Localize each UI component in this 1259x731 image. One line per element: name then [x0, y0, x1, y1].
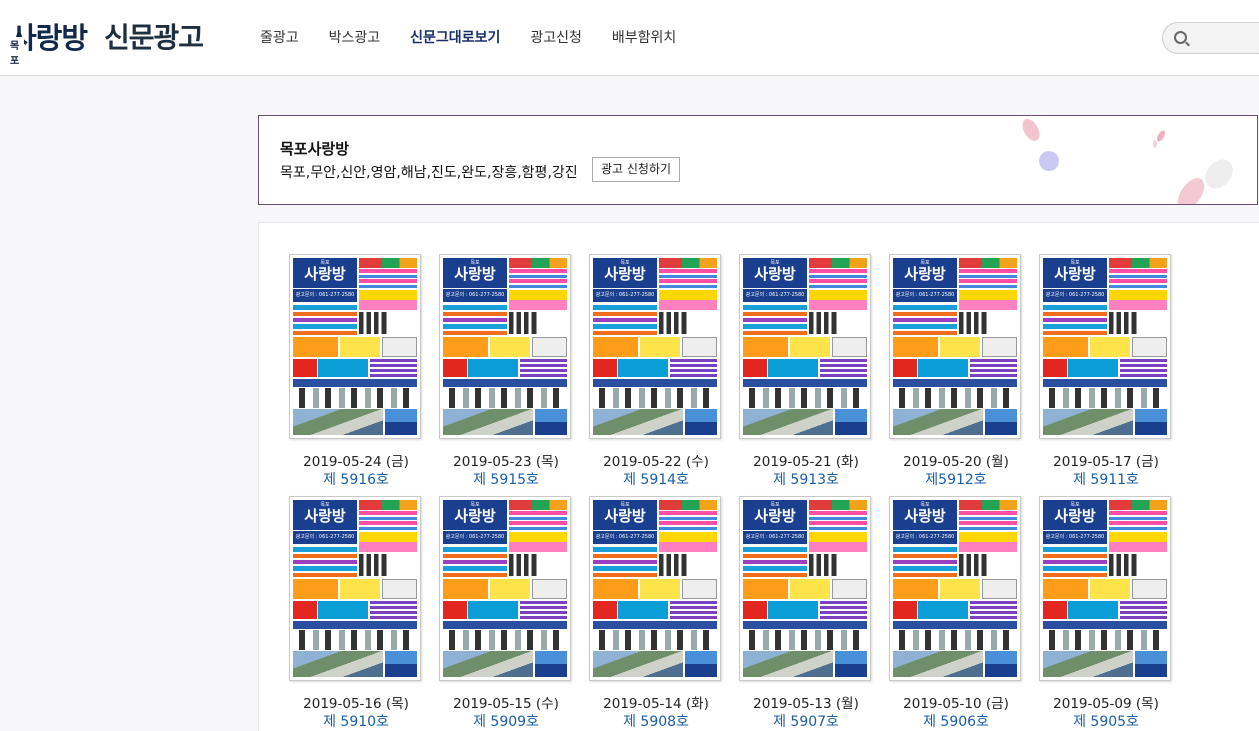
- thumb-phone: 광고문의 : 061-277-2580: [593, 289, 657, 302]
- nav-item-line-ads[interactable]: 줄광고: [260, 27, 299, 47]
- banner-title: 목포사랑방: [280, 140, 350, 158]
- newspaper-thumbnail[interactable]: 목포 사랑방 광고문의 : 061-277-2580: [589, 496, 721, 681]
- issue-date: 2019-05-22 (수): [603, 454, 709, 470]
- issue-date: 2019-05-14 (화): [603, 696, 709, 712]
- thumb-masthead: 목포 사랑방: [743, 500, 807, 530]
- issue-number-link[interactable]: 제5912호: [881, 469, 1031, 489]
- logo-region-text: 목포: [10, 37, 25, 67]
- thumb-phone: 광고문의 : 061-277-2580: [893, 289, 957, 302]
- thumb-phone: 광고문의 : 061-277-2580: [743, 289, 807, 302]
- thumb-masthead: 목포 사랑방: [593, 500, 657, 530]
- issue-number-link[interactable]: 제 5907호: [731, 711, 881, 731]
- issue-number-link[interactable]: 제 5916호: [281, 469, 431, 489]
- nav-item-box-ads[interactable]: 박스광고: [329, 27, 381, 47]
- nav-item-ad-request[interactable]: 광고신청: [530, 27, 582, 47]
- thumb-phone: 광고문의 : 061-277-2580: [593, 531, 657, 544]
- issue-number-link[interactable]: 제 5911호: [1031, 469, 1181, 489]
- region-banner: 목포사랑방 목포,무안,신안,영암,해남,진도,완도,장흥,함평,강진 광고 신…: [258, 115, 1258, 205]
- thumb-phone: 광고문의 : 061-277-2580: [293, 289, 357, 302]
- newspaper-thumbnail[interactable]: 목포 사랑방 광고문의 : 061-277-2580: [889, 254, 1021, 439]
- newspaper-thumbnail[interactable]: 목포 사랑방 광고문의 : 061-277-2580: [289, 496, 421, 681]
- issue-number-link[interactable]: 제 5915호: [431, 469, 581, 489]
- issue-number-link[interactable]: 제 5909호: [431, 711, 581, 731]
- thumb-masthead: 목포 사랑방: [893, 500, 957, 530]
- issue-date: 2019-05-16 (목): [303, 696, 409, 712]
- search-icon[interactable]: [1174, 31, 1187, 44]
- thumb-masthead: 목포 사랑방: [1043, 258, 1107, 288]
- newspaper-thumbnail[interactable]: 목포 사랑방 광고문의 : 061-277-2580: [1039, 496, 1171, 681]
- nav-item-distribution-box[interactable]: 배부함위치: [612, 27, 676, 47]
- thumb-phone: 광고문의 : 061-277-2580: [1043, 531, 1107, 544]
- thumb-masthead: 목포 사랑방: [893, 258, 957, 288]
- thumb-phone: 광고문의 : 061-277-2580: [293, 531, 357, 544]
- banner-regions: 목포,무안,신안,영암,해남,진도,완도,장흥,함평,강진: [280, 165, 578, 181]
- nav-item-newspaper-view[interactable]: 신문그대로보기: [410, 27, 500, 47]
- thumb-masthead: 목포 사랑방: [1043, 500, 1107, 530]
- thumb-phone: 광고문의 : 061-277-2580: [1043, 289, 1107, 302]
- newspaper-thumbnail[interactable]: 목포 사랑방 광고문의 : 061-277-2580: [1039, 254, 1171, 439]
- thumb-phone: 광고문의 : 061-277-2580: [443, 531, 507, 544]
- petal-decoration-icon: [1022, 119, 1233, 204]
- logo-subtitle: 신문광고: [104, 21, 204, 54]
- issue-date: 2019-05-24 (금): [303, 454, 409, 470]
- thumb-phone: 광고문의 : 061-277-2580: [743, 531, 807, 544]
- issue-date: 2019-05-09 (목): [1053, 696, 1159, 712]
- newspaper-thumbnail[interactable]: 목포 사랑방 광고문의 : 061-277-2580: [439, 496, 571, 681]
- thumb-masthead: 목포 사랑방: [293, 500, 357, 530]
- issue-date: 2019-05-21 (화): [753, 454, 859, 470]
- newspaper-archive: 목포 사랑방 광고문의 : 061-277-2580 2019-05-24 (금)…: [258, 222, 1259, 731]
- thumb-masthead: 목포 사랑방: [443, 500, 507, 530]
- issue-date: 2019-05-13 (월): [753, 696, 859, 712]
- issue-number-link[interactable]: 제 5906호: [881, 711, 1031, 731]
- thumb-masthead: 목포 사랑방: [743, 258, 807, 288]
- issue-number-link[interactable]: 제 5908호: [581, 711, 731, 731]
- issue-number-link[interactable]: 제 5910호: [281, 711, 431, 731]
- issue-number-link[interactable]: 제 5914호: [581, 469, 731, 489]
- issue-number-link[interactable]: 제 5905호: [1031, 711, 1181, 731]
- thumb-masthead: 목포 사랑방: [593, 258, 657, 288]
- search-box[interactable]: [1162, 22, 1259, 54]
- issue-date: 2019-05-17 (금): [1053, 454, 1159, 470]
- issue-date: 2019-05-23 (목): [453, 454, 559, 470]
- newspaper-thumbnail[interactable]: 목포 사랑방 광고문의 : 061-277-2580: [289, 254, 421, 439]
- site-header: 사랑방 목포 신문광고 줄광고 박스광고 신문그대로보기 광고신청 배부함위치: [0, 0, 1259, 76]
- newspaper-thumbnail[interactable]: 목포 사랑방 광고문의 : 061-277-2580: [739, 254, 871, 439]
- search-input[interactable]: [1193, 27, 1259, 49]
- thumb-phone: 광고문의 : 061-277-2580: [893, 531, 957, 544]
- ad-request-button[interactable]: 광고 신청하기: [592, 157, 681, 182]
- thumb-phone: 광고문의 : 061-277-2580: [443, 289, 507, 302]
- newspaper-thumbnail[interactable]: 목포 사랑방 광고문의 : 061-277-2580: [439, 254, 571, 439]
- main-nav: 줄광고 박스광고 신문그대로보기 광고신청 배부함위치: [260, 27, 706, 47]
- issue-number-link[interactable]: 제 5913호: [731, 469, 881, 489]
- thumb-masthead: 목포 사랑방: [293, 258, 357, 288]
- thumb-masthead: 목포 사랑방: [443, 258, 507, 288]
- newspaper-thumbnail[interactable]: 목포 사랑방 광고문의 : 061-277-2580: [739, 496, 871, 681]
- issue-date: 2019-05-10 (금): [903, 696, 1009, 712]
- newspaper-thumbnail[interactable]: 목포 사랑방 광고문의 : 061-277-2580: [889, 496, 1021, 681]
- newspaper-thumbnail[interactable]: 목포 사랑방 광고문의 : 061-277-2580: [589, 254, 721, 439]
- issue-date: 2019-05-20 (월): [903, 454, 1009, 470]
- issue-date: 2019-05-15 (수): [453, 696, 559, 712]
